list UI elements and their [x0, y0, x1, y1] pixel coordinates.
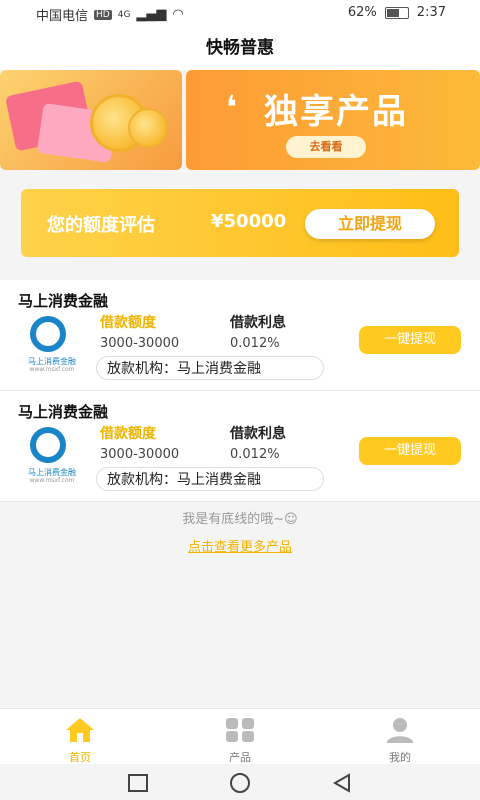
one-click-withdraw-button[interactable]: 一键提现	[359, 326, 461, 354]
msxf-logo: 马上消费金融 www.msxf.com	[22, 316, 82, 373]
home-icon	[66, 718, 94, 742]
coin-icon	[128, 108, 168, 148]
battery-percent: 62%	[347, 5, 377, 20]
page-title: 快畅普惠	[0, 26, 480, 70]
interest-label: 借款利息	[230, 315, 286, 331]
system-nav-bar	[0, 764, 480, 800]
banner[interactable]: ❛ 独享产品 去看看	[0, 70, 480, 170]
product-item[interactable]: 马上消费金融 马上消费金融 www.msxf.com 借款额度 借款利息 300…	[0, 391, 480, 502]
logo-ring-icon	[30, 427, 66, 463]
product-list: 马上消费金融 马上消费金融 www.msxf.com 借款额度 借款利息 300…	[0, 280, 480, 502]
back-icon[interactable]	[331, 772, 353, 794]
tab-mine[interactable]: 我的	[340, 709, 460, 765]
user-icon	[387, 718, 413, 743]
banner-title: 独享产品	[264, 92, 408, 132]
quota-amount: ¥50000	[211, 211, 287, 232]
logo-url: www.msxf.com	[29, 477, 75, 484]
withdraw-now-button[interactable]: 立即提现	[305, 209, 435, 239]
grid-icon	[226, 718, 254, 742]
status-bar: 中国电信 HD 4G ▂▄▆ ◠ 62% 2:37	[0, 0, 480, 26]
amount-value: 3000-30000	[100, 336, 180, 351]
interest-value: 0.012%	[230, 447, 280, 462]
more-products-link[interactable]: 点击查看更多产品	[0, 536, 480, 555]
home-nav-icon[interactable]	[229, 772, 251, 794]
signal-icon: ▂▄▆	[136, 7, 167, 22]
clock: 2:37	[416, 5, 446, 20]
wifi-icon: ◠	[172, 7, 184, 22]
hd-badge: HD	[94, 9, 112, 20]
logo-url: www.msxf.com	[29, 366, 75, 373]
end-of-list-note: 我是有底线的哦~☺	[182, 512, 298, 527]
tab-bar: 首页 产品 我的	[0, 708, 480, 765]
logo-ring-icon	[30, 316, 66, 352]
one-click-withdraw-button[interactable]: 一键提现	[359, 437, 461, 465]
product-item[interactable]: 马上消费金融 马上消费金融 www.msxf.com 借款额度 借款利息 300…	[0, 280, 480, 391]
interest-value: 0.012%	[230, 336, 280, 351]
lender-org: 放款机构：马上消费金融	[96, 356, 324, 380]
tab-mine-label: 我的	[389, 751, 411, 764]
carrier-label: 中国电信	[36, 9, 89, 24]
tab-home[interactable]: 首页	[20, 709, 140, 765]
tab-products-label: 产品	[229, 751, 251, 764]
banner-view-button[interactable]: 去看看	[286, 136, 366, 158]
tab-home-label: 首页	[69, 751, 91, 764]
product-name: 马上消费金融	[18, 403, 109, 421]
banner-exclusive[interactable]: ❛ 独享产品 去看看	[186, 70, 480, 170]
quota-label: 您的额度评估	[47, 215, 155, 236]
banner-image-cards[interactable]	[0, 70, 182, 170]
network-label: 4G	[117, 9, 131, 20]
msxf-logo: 马上消费金融 www.msxf.com	[22, 427, 82, 484]
recents-icon[interactable]	[127, 772, 149, 794]
amount-value: 3000-30000	[100, 447, 180, 462]
amount-label: 借款额度	[100, 315, 156, 331]
quota-card[interactable]: 您的额度评估 ¥50000 立即提现	[21, 189, 459, 257]
product-name: 马上消费金融	[18, 292, 109, 310]
drop-icon: ❛	[226, 88, 238, 126]
battery-icon	[384, 6, 409, 19]
lender-org: 放款机构：马上消费金融	[96, 467, 324, 491]
amount-label: 借款额度	[100, 426, 156, 442]
interest-label: 借款利息	[230, 426, 286, 442]
tab-products[interactable]: 产品	[180, 709, 300, 765]
